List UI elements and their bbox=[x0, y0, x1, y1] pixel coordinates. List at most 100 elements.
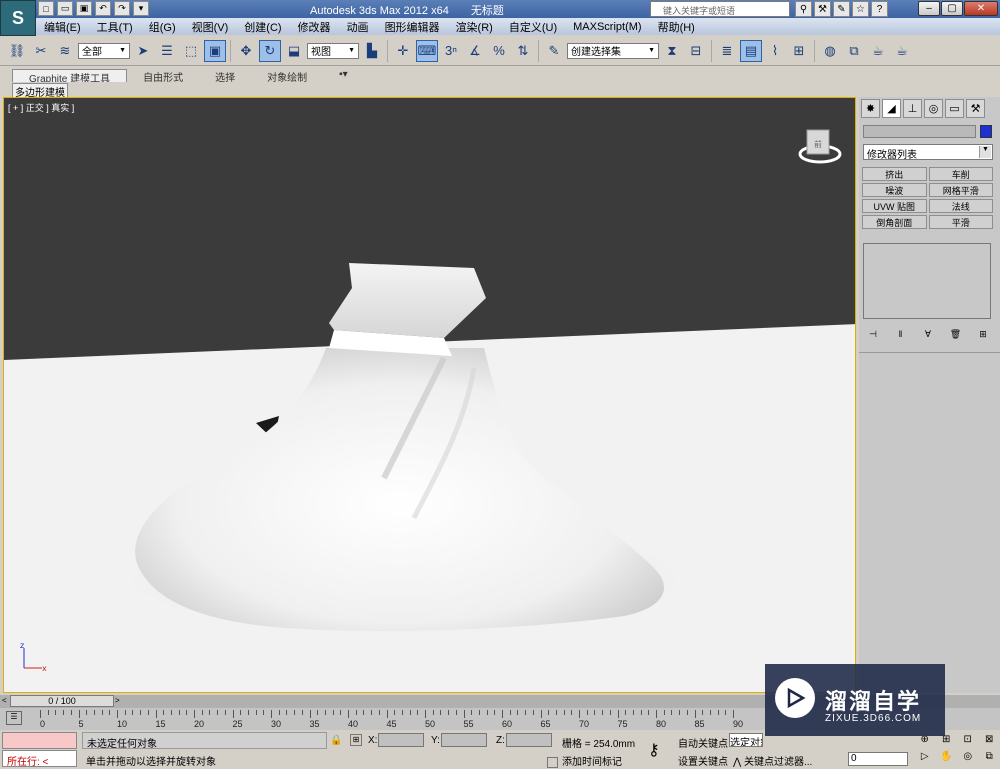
menu-modifiers[interactable]: 修改器 bbox=[290, 19, 339, 35]
make-unique-icon[interactable]: ∀ bbox=[920, 327, 936, 341]
named-selection-dropdown[interactable]: 创建选择集 ▼ bbox=[567, 42, 659, 59]
pan-hand-icon[interactable]: ✋ bbox=[937, 749, 957, 764]
angle-snap-icon[interactable]: ∡ bbox=[464, 40, 486, 62]
tab-selection[interactable]: 选择 bbox=[199, 69, 251, 84]
align-icon[interactable]: ⊟ bbox=[685, 40, 707, 62]
viewcube[interactable]: 前 bbox=[798, 129, 842, 164]
curve-editor-icon[interactable]: ⌇ bbox=[764, 40, 786, 62]
binoculars-icon[interactable]: ⚲ bbox=[795, 1, 812, 17]
window-crossing-icon[interactable]: ▣ bbox=[204, 39, 226, 62]
menu-views[interactable]: 视图(V) bbox=[184, 19, 237, 35]
key-selection-dropdown[interactable]: 选定对象 bbox=[729, 733, 763, 747]
field-of-view-icon[interactable]: ▷ bbox=[915, 749, 935, 764]
undo-icon[interactable]: ↶ bbox=[95, 1, 111, 16]
viewport-label[interactable]: [ + ] 正交 ] 真实 ] bbox=[8, 101, 74, 114]
minimize-button[interactable]: – bbox=[918, 1, 940, 16]
zoom-extents-icon[interactable]: ⊡ bbox=[958, 732, 978, 747]
snaps-toggle-icon[interactable]: 3ⁿ bbox=[440, 40, 462, 62]
menu-group[interactable]: 组(G) bbox=[141, 19, 184, 35]
select-and-manipulate-icon[interactable]: ✛ bbox=[392, 40, 414, 62]
mini-curve-editor-icon[interactable]: ☰ bbox=[6, 711, 22, 725]
absolute-mode-icon[interactable]: ⊞ bbox=[350, 734, 362, 746]
select-by-name-icon[interactable]: ☰ bbox=[156, 40, 178, 62]
new-file-icon[interactable]: □ bbox=[38, 1, 54, 16]
add-time-tag-button[interactable]: 添加时间标记 bbox=[547, 753, 622, 768]
maximize-viewport-icon[interactable]: ⧉ bbox=[980, 749, 1000, 764]
select-and-scale-icon[interactable]: ⬓ bbox=[283, 40, 305, 62]
help-question-icon[interactable]: ? bbox=[871, 1, 888, 17]
modify-tab-icon[interactable]: ◢ bbox=[882, 99, 901, 118]
next-frame-icon[interactable]: > bbox=[115, 696, 123, 707]
bevel-profile-button[interactable]: 倒角剖面 bbox=[862, 215, 927, 229]
x-coordinate-field[interactable] bbox=[378, 733, 424, 747]
graphite-toggle-icon[interactable]: ▤ bbox=[740, 39, 762, 62]
show-end-result-icon[interactable]: ‖ bbox=[893, 327, 909, 341]
maxscript-running-line[interactable]: 所在行: < bbox=[2, 750, 77, 768]
tab-freeform[interactable]: 自由形式 bbox=[127, 69, 199, 84]
previous-frame-icon[interactable]: < bbox=[2, 696, 10, 707]
restore-button[interactable]: ▢ bbox=[941, 1, 963, 16]
modifier-stack[interactable] bbox=[863, 243, 991, 319]
menu-edit[interactable]: 编辑(E) bbox=[36, 19, 89, 35]
redo-icon[interactable]: ↷ bbox=[114, 1, 130, 16]
menu-graph-editors[interactable]: 图形编辑器 bbox=[377, 19, 448, 35]
select-and-move-icon[interactable]: ✥ bbox=[235, 40, 257, 62]
subscription-icon[interactable]: ⚒ bbox=[814, 1, 831, 17]
extrude-button[interactable]: 挤出 bbox=[862, 167, 927, 181]
uvw-map-button[interactable]: UVW 贴图 bbox=[862, 199, 927, 213]
favorites-star-icon[interactable]: ☆ bbox=[852, 1, 869, 17]
layer-manager-icon[interactable]: ≣ bbox=[716, 40, 738, 62]
menu-create[interactable]: 创建(C) bbox=[236, 19, 289, 35]
select-and-link-icon[interactable]: ⛓ bbox=[6, 40, 28, 62]
menu-tools[interactable]: 工具(T) bbox=[89, 19, 141, 35]
display-tab-icon[interactable]: ▭ bbox=[945, 99, 964, 118]
time-slider-thumb[interactable]: 0 / 100 bbox=[10, 695, 114, 707]
tab-object-paint[interactable]: 对象绘制 bbox=[251, 69, 323, 84]
rendered-frame-window-icon[interactable]: ☕ bbox=[867, 40, 889, 62]
select-object-icon[interactable]: ➤ bbox=[132, 40, 154, 62]
normal-button[interactable]: 法线 bbox=[928, 199, 993, 213]
current-frame-field[interactable]: 0 bbox=[848, 752, 908, 766]
menu-help[interactable]: 帮助(H) bbox=[650, 19, 703, 35]
configure-modifier-sets-icon[interactable]: ⊞ bbox=[975, 327, 991, 341]
smooth-button[interactable]: 平滑 bbox=[928, 215, 993, 229]
communication-center-icon[interactable]: ✎ bbox=[833, 1, 850, 17]
select-and-rotate-icon[interactable]: ↻ bbox=[259, 39, 281, 62]
key-filters-button[interactable]: ⋀ 关键点过滤器... bbox=[733, 753, 812, 768]
keyboard-shortcut-override-icon[interactable]: ⌨ bbox=[416, 39, 438, 62]
set-key-icon[interactable]: ⚷ bbox=[648, 740, 660, 760]
save-file-icon[interactable]: ▣ bbox=[76, 1, 92, 16]
percent-snap-icon[interactable]: % bbox=[488, 40, 510, 62]
unlink-selection-icon[interactable]: ✂ bbox=[30, 40, 52, 62]
menu-maxscript[interactable]: MAXScript(M) bbox=[565, 21, 649, 33]
object-name-field[interactable] bbox=[863, 125, 976, 138]
y-coordinate-field[interactable] bbox=[441, 733, 487, 747]
quick-access-dropdown-icon[interactable]: ▾ bbox=[133, 1, 149, 16]
close-button[interactable]: ✕ bbox=[964, 1, 998, 16]
menu-rendering[interactable]: 渲染(R) bbox=[448, 19, 501, 35]
selection-filter-dropdown[interactable]: 全部 ▼ bbox=[78, 42, 130, 59]
reference-coordinate-dropdown[interactable]: 视图 ▼ bbox=[307, 42, 359, 59]
maxscript-listener[interactable] bbox=[2, 732, 77, 749]
mirror-icon[interactable]: ⧗ bbox=[661, 40, 683, 62]
perspective-viewport[interactable]: 前 z x [ + ] 正交 ] 真实 ] bbox=[3, 97, 856, 693]
tab-graphite-modeling[interactable]: Graphite 建模工具 bbox=[12, 69, 128, 85]
menu-animation[interactable]: 动画 bbox=[339, 19, 377, 35]
remove-modifier-icon[interactable]: 🗑 bbox=[948, 327, 964, 341]
hierarchy-tab-icon[interactable]: ⊥ bbox=[903, 99, 922, 118]
modifier-list-dropdown[interactable]: 修改器列表 ▼ bbox=[863, 144, 993, 161]
lathe-button[interactable]: 车削 bbox=[928, 167, 993, 181]
bind-to-space-warp-icon[interactable]: ≋ bbox=[54, 40, 76, 62]
create-tab-icon[interactable]: ✸ bbox=[861, 99, 880, 118]
render-production-icon[interactable]: ☕ bbox=[891, 40, 913, 62]
spinner-snap-icon[interactable]: ⇅ bbox=[512, 40, 534, 62]
material-editor-icon[interactable]: ◍ bbox=[819, 40, 841, 62]
utilities-tab-icon[interactable]: ⚒ bbox=[966, 99, 985, 118]
zoom-extents-all-icon[interactable]: ⊠ bbox=[980, 732, 1000, 747]
auto-key-button[interactable]: 自动关键点 bbox=[678, 735, 728, 750]
motion-tab-icon[interactable]: ◎ bbox=[924, 99, 943, 118]
pin-stack-icon[interactable]: ⊣ bbox=[865, 327, 881, 341]
menu-customize[interactable]: 自定义(U) bbox=[501, 19, 565, 35]
render-setup-icon[interactable]: ⧉ bbox=[843, 40, 865, 62]
app-logo-icon[interactable]: S bbox=[0, 0, 36, 36]
